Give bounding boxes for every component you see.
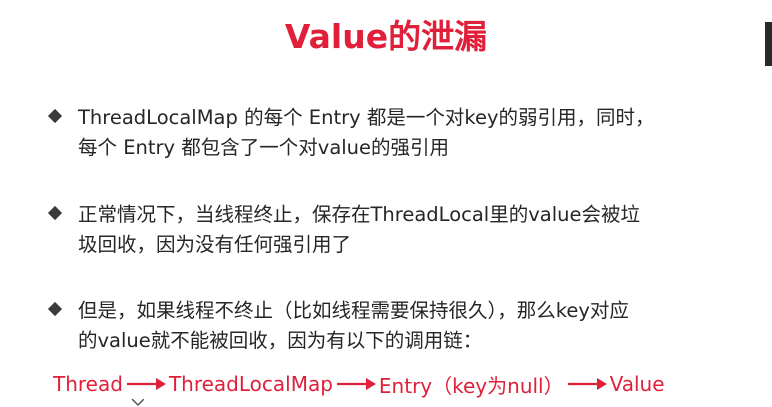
cropped-arrow-fragment bbox=[131, 399, 144, 407]
bullet-text: 但是，如果线程不终止（比如线程需要保持很久），那么key对应 的value就不能… bbox=[78, 299, 629, 352]
bullet-item-leak-case: 但是，如果线程不终止（比如线程需要保持很久），那么key对应 的value就不能… bbox=[47, 296, 755, 356]
diamond-bullet-icon bbox=[47, 301, 63, 317]
bullet-item-normal-case: 正常情况下，当线程终止，保存在ThreadLocal里的value会被垃 圾回收… bbox=[47, 200, 755, 260]
slide: Value的泄漏 ThreadLocalMap 的每个 Entry 都是一个对k… bbox=[0, 0, 772, 407]
window-edge-fragment bbox=[765, 22, 772, 66]
chain-step-value: Value bbox=[609, 372, 665, 396]
right-arrow-icon bbox=[125, 376, 167, 392]
chain-step-threadlocalmap: ThreadLocalMap bbox=[168, 372, 333, 396]
chain-step-thread: Thread bbox=[53, 372, 123, 396]
chain-step-entry: Entry（key为null） bbox=[378, 373, 564, 398]
diamond-bullet-icon bbox=[47, 205, 63, 221]
bullet-text: ThreadLocalMap 的每个 Entry 都是一个对key的弱引用，同时… bbox=[78, 106, 655, 159]
right-arrow-icon bbox=[335, 376, 377, 392]
right-arrow-icon bbox=[566, 376, 608, 392]
reference-chain: Thread ThreadLocalMap Entry（key为null） Va… bbox=[53, 369, 665, 399]
slide-title: Value的泄漏 bbox=[284, 17, 488, 56]
bullet-item-weak-reference: ThreadLocalMap 的每个 Entry 都是一个对key的弱引用，同时… bbox=[47, 103, 755, 163]
diamond-bullet-icon bbox=[47, 108, 63, 124]
bullet-text: 正常情况下，当线程终止，保存在ThreadLocal里的value会被垃 圾回收… bbox=[78, 203, 640, 256]
